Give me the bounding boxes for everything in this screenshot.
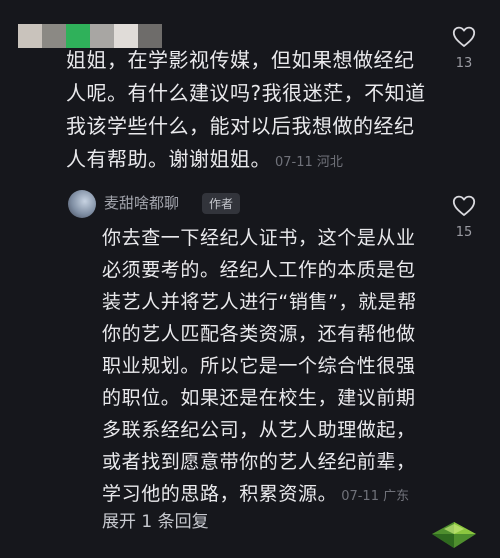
mosaic-block <box>42 24 66 48</box>
comment-body: 姐姐，在学影视传媒，但如果想做经纪人呢。有什么建议吗?我很迷茫，不知道我该学些什… <box>66 44 426 179</box>
reply-text: 你去查一下经纪人证书，这个是从业必须要考的。经纪人工作的本质是包装艺人并将艺人进… <box>102 227 417 505</box>
reply-like-button[interactable]: 15 <box>444 195 484 240</box>
mosaic-block <box>18 24 42 48</box>
heart-icon <box>452 26 476 47</box>
reply-body: 你去查一下经纪人证书，这个是从业必须要考的。经纪人工作的本质是包装艺人并将艺人进… <box>102 222 418 513</box>
reply-time: 07-11 <box>341 489 379 504</box>
comment-meta: 07-11 河北 <box>275 155 343 170</box>
comment-location: 河北 <box>316 155 343 170</box>
reply-like-count: 15 <box>455 225 473 240</box>
comment-like-button[interactable]: 13 <box>444 26 484 71</box>
comment-time: 07-11 <box>275 155 313 170</box>
comment-text: 姐姐，在学影视传媒，但如果想做经纪人呢。有什么建议吗?我很迷茫，不知道我该学些什… <box>66 48 426 171</box>
author-badge: 作者 <box>202 193 241 214</box>
reply-meta: 07-11 广东 <box>341 489 409 504</box>
heart-icon <box>452 195 476 216</box>
expand-replies-button[interactable]: 展开 1 条回复 <box>102 507 209 532</box>
reply-location: 广东 <box>383 489 410 504</box>
reply-author-name[interactable]: 麦甜啥都聊 <box>104 192 179 213</box>
comment-like-count: 13 <box>455 56 473 71</box>
green-crystal-logo-icon <box>432 522 476 548</box>
avatar[interactable] <box>68 190 96 218</box>
